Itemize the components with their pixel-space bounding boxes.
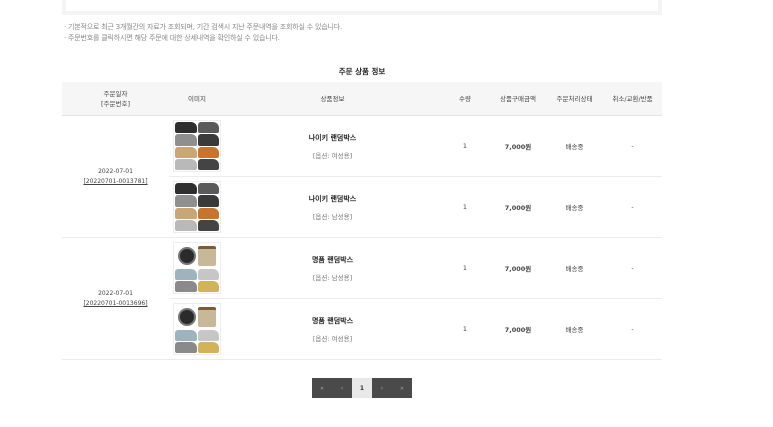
- order-date: 2022-07-01: [98, 289, 133, 297]
- order-status: 배송중: [546, 237, 603, 299]
- cancel-exchange-return: -: [603, 115, 662, 177]
- order-date-cell: 2022-07-01 [20220701-0013696]: [62, 237, 169, 360]
- col-header-image: 이미지: [169, 82, 225, 116]
- order-number-link[interactable]: [20220701-0013696]: [83, 300, 147, 307]
- product-option: [옵션: 여성용]: [312, 334, 353, 343]
- product-info-cell: 나이키 랜덤박스 [옵션: 남성용]: [225, 176, 440, 238]
- table-row: 2022-07-01 [20220701-0013781] 나이키 랜덤박스 […: [62, 115, 662, 238]
- product-info-cell: 나이키 랜덤박스 [옵션: 여성용]: [225, 115, 440, 177]
- cancel-exchange-return: -: [603, 298, 662, 360]
- luxury-icon[interactable]: [173, 242, 221, 294]
- product-info-cell: 명품 랜덤박스 [옵션: 남성용]: [225, 237, 440, 299]
- product-image-cell: [169, 237, 225, 299]
- section-title: 주문 상품 정보: [338, 67, 386, 76]
- cancel-exchange-return: -: [603, 237, 662, 299]
- purchase-price: 7,000원: [490, 176, 546, 238]
- product-info-cell: 명품 랜덤박스 [옵션: 여성용]: [225, 298, 440, 360]
- sneakers-icon[interactable]: [173, 181, 221, 233]
- quantity: 1: [440, 298, 490, 360]
- purchase-price: 7,000원: [490, 115, 546, 177]
- product-image-cell: [169, 176, 225, 238]
- quantity: 1: [440, 237, 490, 299]
- order-status: 배송중: [546, 115, 603, 177]
- order-number-link[interactable]: [20220701-0013781]: [83, 178, 147, 185]
- order-date-cell: 2022-07-01 [20220701-0013781]: [62, 115, 169, 238]
- prev-page-button[interactable]: ‹: [332, 378, 352, 398]
- first-page-button[interactable]: «: [312, 378, 332, 398]
- product-image-cell: [169, 115, 225, 177]
- next-page-button[interactable]: ›: [372, 378, 392, 398]
- col-header-qty: 수량: [440, 82, 490, 116]
- col-header-status: 주문처리상태: [546, 82, 603, 116]
- product-name-link[interactable]: 나이키 랜덤박스: [225, 133, 440, 143]
- last-page-button[interactable]: »: [392, 378, 412, 398]
- product-option: [옵션: 남성용]: [312, 212, 353, 221]
- page-1-button[interactable]: 1: [352, 378, 372, 398]
- cancel-exchange-return: -: [603, 176, 662, 238]
- quantity: 1: [440, 176, 490, 238]
- order-status: 배송중: [546, 298, 603, 360]
- col-header-date-line1: 주문일자: [103, 89, 128, 98]
- col-header-date-line2: [주문번호]: [101, 99, 130, 108]
- table-header-row: 주문일자 [주문번호] 이미지 상품정보 수량 상품구매금액 주문처리상태 취소/…: [62, 82, 662, 116]
- purchase-price: 7,000원: [490, 298, 546, 360]
- product-option: [옵션: 남성용]: [312, 273, 353, 282]
- sneakers-icon[interactable]: [173, 120, 221, 172]
- search-panel: [62, 0, 662, 15]
- col-header-info: 상품정보: [225, 82, 440, 116]
- product-name-link[interactable]: 명품 랜덤박스: [225, 316, 440, 326]
- col-header-cancel: 취소/교환/반품: [603, 82, 662, 116]
- luxury-icon[interactable]: [173, 303, 221, 355]
- col-header-price: 상품구매금액: [490, 82, 546, 116]
- search-panel-inner: [66, 0, 658, 11]
- product-option: [옵션: 여성용]: [312, 151, 353, 160]
- order-date: 2022-07-01: [98, 167, 133, 175]
- notice-order-click: · 주문번호를 클릭하시면 해당 주문에 대한 상세내역을 확인하실 수 있습니…: [64, 34, 280, 42]
- order-status: 배송중: [546, 176, 603, 238]
- pagination: « ‹ 1 › »: [312, 378, 412, 398]
- purchase-price: 7,000원: [490, 237, 546, 299]
- table-row: 2022-07-01 [20220701-0013696] 명품 랜덤박스 [옵…: [62, 237, 662, 360]
- product-image-cell: [169, 298, 225, 360]
- col-header-date: 주문일자 [주문번호]: [62, 82, 169, 116]
- product-name-link[interactable]: 명품 랜덤박스: [225, 255, 440, 265]
- quantity: 1: [440, 115, 490, 177]
- order-items-table: 주문일자 [주문번호] 이미지 상품정보 수량 상품구매금액 주문처리상태 취소/…: [62, 82, 662, 360]
- product-name-link[interactable]: 나이키 랜덤박스: [225, 194, 440, 204]
- notice-period: · 기본적으로 최근 3개월간의 자료가 조회되며, 기간 검색시 지난 주문내…: [64, 23, 342, 31]
